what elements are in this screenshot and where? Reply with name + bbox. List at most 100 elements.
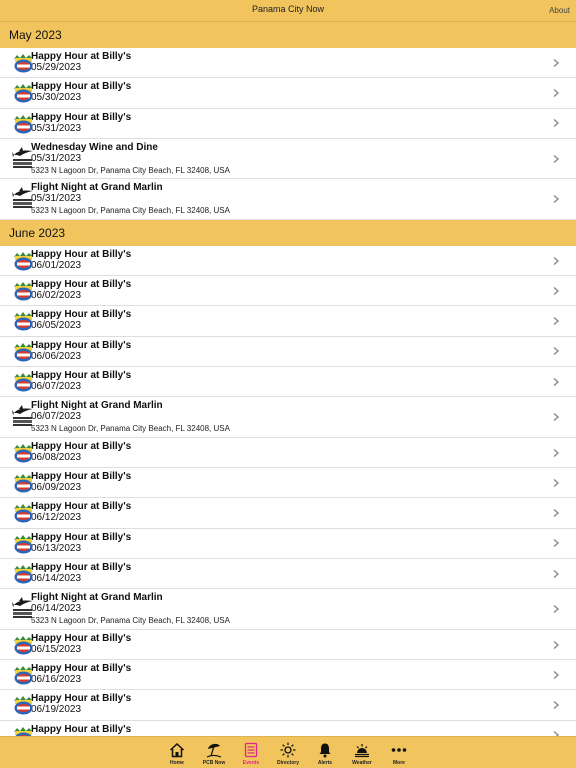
chevron-right-icon [552, 478, 560, 487]
event-row[interactable]: Happy Hour at Billy's 06/14/2023 [0, 559, 576, 590]
event-title: Happy Hour at Billy's [31, 248, 132, 260]
chevron-right-icon [552, 605, 560, 614]
chevron-right-icon [552, 569, 560, 578]
event-date: 06/07/2023 [31, 381, 82, 393]
event-row[interactable]: Flight Night at Grand Marlin 06/07/2023 53… [0, 397, 576, 438]
event-row[interactable]: Happy Hour at Billy's 06/02/2023 [0, 276, 576, 307]
chevron-right-icon [552, 640, 560, 649]
billys-logo-icon [13, 342, 34, 362]
event-title: Flight Night at Grand Marlin [31, 400, 163, 412]
event-address: 5323 N Lagoon Dr, Panama City Beach, FL … [31, 616, 230, 626]
event-title: Flight Night at Grand Marlin [31, 592, 163, 604]
tab-weather[interactable]: Weather [344, 737, 381, 768]
event-title: Happy Hour at Billy's [31, 279, 132, 291]
event-title: Happy Hour at Billy's [31, 471, 132, 483]
section-header: June 2023 [0, 219, 576, 246]
event-date: 06/05/2023 [31, 320, 82, 332]
billys-logo-icon [13, 281, 34, 301]
events-list[interactable]: May 2023 Happy Hour at Billy's 05/29/2023 H… [0, 22, 576, 736]
tab-label: Alerts [317, 760, 333, 766]
event-date: 06/15/2023 [31, 643, 82, 655]
billys-logo-icon [13, 665, 34, 685]
event-date: 05/30/2023 [31, 92, 82, 104]
event-address: 5323 N Lagoon Dr, Panama City Beach, FL … [31, 206, 230, 216]
event-date: 06/09/2023 [31, 482, 82, 494]
event-title: Happy Hour at Billy's [31, 562, 132, 574]
billys-logo-icon [13, 534, 34, 554]
home-icon [169, 742, 185, 758]
tab-directory[interactable]: Directory [270, 737, 307, 768]
event-row[interactable]: Happy Hour at Billy's 06/07/2023 [0, 367, 576, 398]
event-row[interactable]: Happy Hour at Billy's 06/09/2023 [0, 468, 576, 499]
event-row[interactable]: Flight Night at Grand Marlin 06/14/2023 53… [0, 589, 576, 630]
chevron-right-icon [552, 413, 560, 422]
tab-more[interactable]: More [381, 737, 418, 768]
chevron-right-icon [552, 701, 560, 710]
event-row[interactable]: Happy Hour at Billy's 06/01/2023 [0, 245, 576, 277]
billys-logo-icon [13, 473, 34, 493]
event-date: 06/01/2023 [31, 259, 82, 271]
event-date: 06/02/2023 [31, 290, 82, 302]
tab-alerts[interactable]: Alerts [307, 737, 344, 768]
section-header: May 2023 [0, 22, 576, 48]
tab-pcb-now[interactable]: PCB Now [196, 737, 233, 768]
event-title: Happy Hour at Billy's [31, 81, 132, 93]
event-row[interactable]: Happy Hour at Billy's 05/31/2023 [0, 108, 576, 139]
event-date: 05/31/2023 [31, 122, 82, 134]
event-date: 06/07/2023 [31, 411, 82, 423]
billys-logo-icon [13, 443, 34, 463]
navigation-bar: Panama City Now About [0, 0, 576, 22]
chevron-right-icon [552, 58, 560, 67]
event-date: 05/31/2023 [31, 152, 82, 164]
event-row[interactable]: Happy Hour at Billy's 05/29/2023 [0, 48, 576, 79]
event-row[interactable]: Happy Hour at Billy's 06/08/2023 [0, 437, 576, 469]
event-title: Wednesday Wine and Dine [31, 141, 158, 153]
tab-label: Directory [277, 760, 299, 766]
event-row[interactable]: Happy Hour at Billy's 06/15/2023 [0, 629, 576, 661]
billys-logo-icon [13, 372, 34, 392]
event-row[interactable]: Happy Hour at Billy's 06/19/2023 [0, 690, 576, 721]
chevron-right-icon [552, 509, 560, 518]
tab-home[interactable]: Home [159, 737, 196, 768]
tab-label: Home [170, 760, 184, 766]
event-date: 06/16/2023 [31, 674, 82, 686]
sunrise-icon [354, 742, 370, 758]
grand-marlin-logo-icon [12, 184, 34, 212]
event-row[interactable]: Happy Hour at Billy's 06/16/2023 [0, 660, 576, 691]
event-row[interactable]: Happy Hour at Billy's [0, 720, 576, 736]
chevron-right-icon [552, 195, 560, 204]
event-title: Happy Hour at Billy's [31, 501, 132, 513]
tab-events[interactable]: Events [233, 737, 270, 768]
event-title: Happy Hour at Billy's [31, 632, 132, 644]
chevron-right-icon [552, 154, 560, 163]
chevron-right-icon [552, 377, 560, 386]
event-title: Happy Hour at Billy's [31, 440, 132, 452]
event-row[interactable]: Happy Hour at Billy's 06/12/2023 [0, 498, 576, 529]
event-date: 06/13/2023 [31, 542, 82, 554]
chevron-right-icon [552, 448, 560, 457]
about-button[interactable]: About [549, 6, 570, 15]
chevron-right-icon [552, 317, 560, 326]
billys-logo-icon [13, 251, 34, 271]
event-row[interactable]: Happy Hour at Billy's 06/13/2023 [0, 528, 576, 560]
event-date: 06/12/2023 [31, 512, 82, 524]
event-date: 06/14/2023 [31, 573, 82, 585]
event-title: Happy Hour at Billy's [31, 309, 132, 321]
page-title: Panama City Now [251, 4, 325, 14]
chevron-right-icon [552, 119, 560, 128]
event-title: Happy Hour at Billy's [31, 723, 132, 735]
event-row[interactable]: Happy Hour at Billy's 06/06/2023 [0, 336, 576, 368]
tab-label: Weather [352, 760, 372, 766]
event-title: Happy Hour at Billy's [31, 693, 132, 705]
event-row[interactable]: Happy Hour at Billy's 06/05/2023 [0, 306, 576, 337]
event-row[interactable]: Wednesday Wine and Dine 05/31/2023 5323 N … [0, 138, 576, 180]
calendar-list-icon [243, 742, 259, 758]
event-date: 06/06/2023 [31, 350, 82, 362]
beach-umbrella-icon [206, 742, 222, 758]
event-date: 06/08/2023 [31, 451, 82, 463]
event-row[interactable]: Flight Night at Grand Marlin 05/31/2023 53… [0, 179, 576, 220]
event-title: Happy Hour at Billy's [31, 531, 132, 543]
event-title: Flight Night at Grand Marlin [31, 182, 163, 194]
event-row[interactable]: Happy Hour at Billy's 05/30/2023 [0, 78, 576, 109]
chevron-right-icon [552, 670, 560, 679]
